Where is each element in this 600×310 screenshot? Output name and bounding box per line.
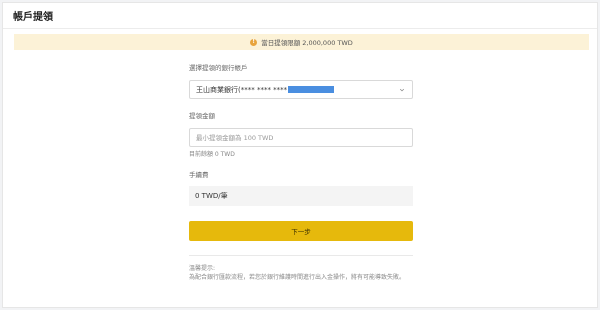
amount-label: 提領金額 bbox=[189, 112, 215, 120]
current-balance: 目前餘額 0 TWD bbox=[189, 151, 235, 158]
withdraw-card: 帳戶提領 ! 當日提領限額 2,000,000 TWD 選擇提領的銀行帳戶 王山… bbox=[2, 2, 598, 308]
divider bbox=[189, 255, 413, 256]
notice-text: 當日提領限額 2,000,000 TWD bbox=[261, 39, 353, 47]
card-header: 帳戶提領 bbox=[3, 3, 597, 29]
next-step-button[interactable]: 下一步 bbox=[189, 221, 413, 241]
redaction-bar bbox=[288, 86, 335, 93]
withdraw-form: 選擇提領的銀行帳戶 王山商業銀行(**** **** **** 提領金額 目前餘… bbox=[189, 63, 413, 283]
amount-input[interactable] bbox=[189, 128, 413, 147]
fee-value: 0 TWD/筆 bbox=[195, 192, 228, 200]
account-label: 選擇提領的銀行帳戶 bbox=[189, 64, 248, 72]
chevron-down-icon bbox=[399, 88, 405, 92]
tips-title: 溫馨提示: bbox=[189, 265, 216, 272]
tips-body: 為配合銀行匯款流程，若您於銀行維護時間進行出入金操作，將有可能導致失敗。 bbox=[189, 274, 406, 281]
fee-value-box: 0 TWD/筆 bbox=[189, 186, 413, 206]
page-title: 帳戶提領 bbox=[13, 12, 53, 23]
bank-account-value: 王山商業銀行(**** **** **** bbox=[196, 85, 335, 95]
daily-limit-notice: ! 當日提領限額 2,000,000 TWD bbox=[14, 34, 589, 50]
bank-account-select[interactable]: 王山商業銀行(**** **** **** bbox=[189, 80, 413, 99]
fee-label: 手續費 bbox=[189, 171, 209, 179]
info-icon: ! bbox=[250, 38, 258, 46]
